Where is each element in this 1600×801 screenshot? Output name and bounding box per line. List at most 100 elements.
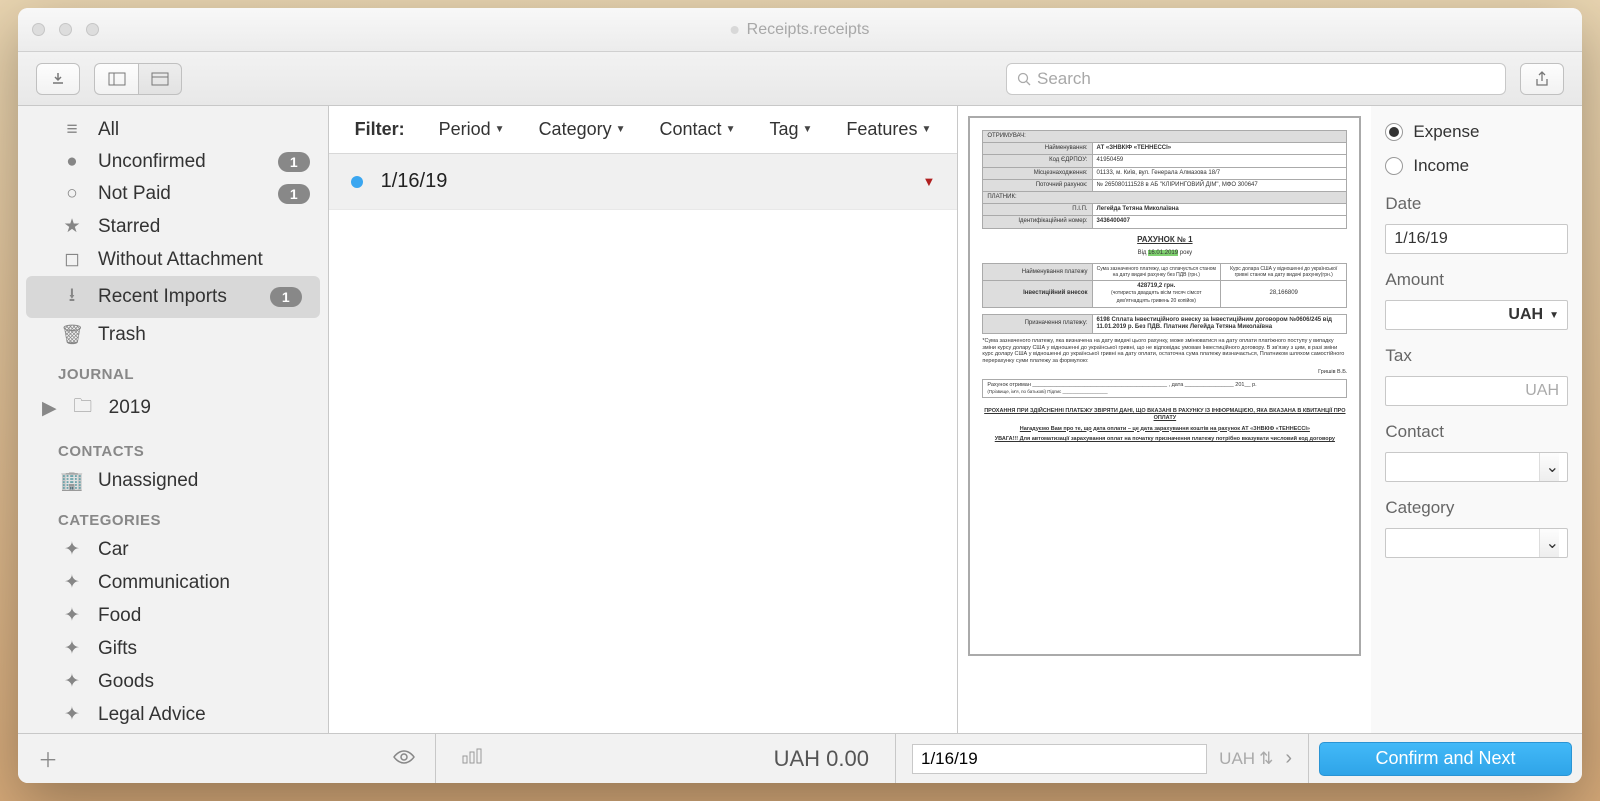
list-icon	[151, 72, 169, 86]
chevron-down-icon: ⌄	[1539, 529, 1559, 557]
window-title: Receipts.receipts	[747, 21, 870, 39]
category-select[interactable]: ⌄	[1385, 528, 1568, 558]
sidebar-item-category[interactable]: ✦Goods	[18, 665, 328, 698]
document-proxy-icon	[731, 26, 739, 34]
chevron-down-icon: ▼	[921, 124, 931, 135]
sidebar-item-trash[interactable]: 🗑 Trash	[18, 318, 328, 352]
stats-button[interactable]	[462, 748, 482, 769]
dashed-box-icon: ◻	[62, 248, 82, 271]
receipt-list: 1/16/19 ▼	[329, 154, 958, 733]
category-label: Category	[1385, 498, 1568, 518]
folder-icon: 🗀	[73, 392, 93, 424]
sidebar-item-category[interactable]: ✦Gifts	[18, 632, 328, 665]
toggle-visibility-button[interactable]	[393, 747, 415, 770]
tag-icon: ✦	[62, 538, 82, 561]
zoom-icon[interactable]	[86, 23, 99, 36]
badge: 1	[270, 287, 302, 307]
sidebar-item-category[interactable]: ✦Legal Advice	[18, 698, 328, 731]
next-button[interactable]: ›	[1285, 747, 1292, 770]
download-icon: ⭳	[62, 281, 82, 313]
columns-icon	[108, 72, 126, 86]
trash-icon: 🗑	[62, 323, 82, 347]
view-mode-segment	[94, 63, 182, 95]
receipt-list-pane: Filter: Period ▼ Category ▼ Contact ▼ Ta…	[329, 106, 959, 733]
traffic-lights	[32, 23, 99, 36]
tag-icon: ✦	[62, 703, 82, 726]
tag-icon: ✦	[62, 670, 82, 693]
sidebar-header-categories: CATEGORIES	[18, 498, 328, 533]
sidebar-item-unconfirmed[interactable]: ● Unconfirmed 1	[18, 146, 328, 178]
close-icon[interactable]	[32, 23, 45, 36]
list-item-date: 1/16/19	[381, 170, 905, 193]
details-panel: Expense Income Date 1/16/19 Amount UAH▼ …	[1371, 106, 1582, 733]
share-icon	[1535, 71, 1549, 87]
minimize-icon[interactable]	[59, 23, 72, 36]
chevron-down-icon: ⌄	[1539, 453, 1559, 481]
chevron-down-icon: ▼	[616, 124, 626, 135]
search-icon	[1017, 72, 1031, 86]
flag-icon: ▼	[922, 174, 935, 189]
import-button[interactable]	[36, 63, 80, 95]
radio-icon	[1385, 157, 1403, 175]
chevron-down-icon: ▼	[495, 124, 505, 135]
tax-input[interactable]: UAH	[1385, 376, 1568, 406]
filter-category[interactable]: Category ▼	[539, 119, 626, 140]
star-icon: ★	[62, 215, 82, 238]
type-income-radio[interactable]: Income	[1385, 154, 1568, 178]
sidebar-item-year[interactable]: ▶ 🗀 2019	[18, 387, 328, 429]
share-button[interactable]	[1520, 63, 1564, 95]
contact-label: Contact	[1385, 422, 1568, 442]
sidebar-item-recent-imports[interactable]: ⭳ Recent Imports 1	[26, 276, 320, 318]
document-preview: ОТРИМУВАЧ: Найменування:АТ «ЗНВКІФ «ТЕНН…	[958, 106, 1371, 733]
sidebar-item-category[interactable]: ✦Food	[18, 599, 328, 632]
quick-date-input[interactable]: 1/16/19	[912, 744, 1207, 774]
radio-checked-icon	[1385, 123, 1403, 141]
sidebar-item-starred[interactable]: ★ Starred	[18, 210, 328, 243]
tag-icon: ✦	[62, 604, 82, 627]
tag-icon: ✦	[62, 571, 82, 594]
toolbar: Search	[18, 52, 1582, 106]
dot-icon: ●	[62, 151, 82, 173]
document-page[interactable]: ОТРИМУВАЧ: Найменування:АТ «ЗНВКІФ «ТЕНН…	[968, 116, 1361, 656]
building-icon: 🏢	[62, 469, 82, 493]
amount-currency-select[interactable]: UAH▼	[1385, 300, 1568, 330]
search-placeholder: Search	[1037, 69, 1091, 89]
type-expense-radio[interactable]: Expense	[1385, 120, 1568, 144]
contact-select[interactable]: ⌄	[1385, 452, 1568, 482]
badge: 1	[278, 184, 310, 204]
view-grid-button[interactable]	[138, 63, 182, 95]
chevron-down-icon: ▼	[1549, 310, 1559, 321]
date-label: Date	[1385, 194, 1568, 214]
sidebar-header-journal: JOURNAL	[18, 352, 328, 387]
total-amount: UAH 0.00	[502, 746, 869, 772]
filter-label: Filter:	[355, 119, 405, 140]
view-list-button[interactable]	[94, 63, 138, 95]
amount-label: Amount	[1385, 270, 1568, 290]
sidebar-item-without-attachment[interactable]: ◻ Without Attachment	[18, 243, 328, 276]
date-input[interactable]: 1/16/19	[1385, 224, 1568, 254]
sidebar: ≡ All ● Unconfirmed 1 ○ Not Paid 1 ★ Sta…	[18, 106, 329, 733]
unread-dot-icon	[351, 176, 363, 188]
search-input[interactable]: Search	[1006, 63, 1506, 95]
sidebar-item-all[interactable]: ≡ All	[18, 114, 328, 146]
tax-label: Tax	[1385, 346, 1568, 366]
app-window: Receipts.receipts Search ≡	[18, 8, 1582, 783]
sidebar-header-contacts: CONTACTS	[18, 429, 328, 464]
filter-contact[interactable]: Contact ▼	[660, 119, 736, 140]
list-item[interactable]: 1/16/19 ▼	[329, 154, 958, 210]
confirm-next-button[interactable]: Confirm and Next	[1319, 742, 1572, 776]
stepper-icon: ⇅	[1259, 749, 1273, 769]
filter-features[interactable]: Features ▼	[846, 119, 931, 140]
sidebar-item-category[interactable]: ✦Communication	[18, 566, 328, 599]
chevron-down-icon: ▼	[726, 124, 736, 135]
add-button[interactable]: ＋	[38, 744, 58, 773]
sidebar-item-category[interactable]: ✦Car	[18, 533, 328, 566]
filter-period[interactable]: Period ▼	[439, 119, 505, 140]
sidebar-item-unassigned[interactable]: 🏢 Unassigned	[18, 464, 328, 498]
titlebar: Receipts.receipts	[18, 8, 1582, 52]
quick-currency[interactable]: UAH ⇅	[1219, 749, 1273, 769]
bar-chart-icon	[462, 748, 482, 764]
filter-tag[interactable]: Tag ▼	[769, 119, 812, 140]
tag-icon: ✦	[62, 637, 82, 660]
sidebar-item-not-paid[interactable]: ○ Not Paid 1	[18, 178, 328, 210]
